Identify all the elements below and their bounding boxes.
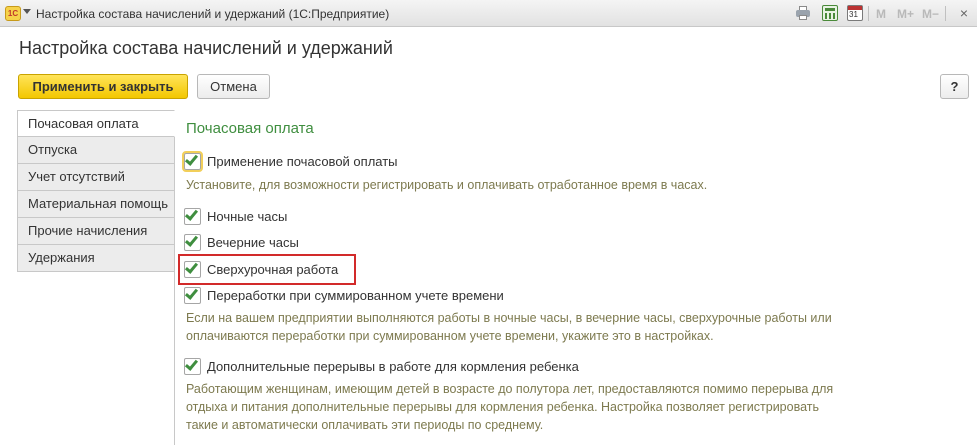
overtime-label[interactable]: Сверхурочная работа: [207, 262, 338, 277]
tab-hourly-pay[interactable]: Почасовая оплата: [17, 110, 175, 137]
memory-plus-button[interactable]: M+: [897, 7, 914, 21]
settings-tabs: Почасовая оплата Отпуска Учет отсутствий…: [17, 110, 175, 272]
checkmark-icon: [184, 152, 199, 166]
night-hours-label[interactable]: Ночные часы: [207, 209, 287, 224]
summarized-hint-line-1: Если на вашем предприятии выполняются ра…: [186, 311, 832, 325]
close-icon[interactable]: ×: [957, 6, 971, 20]
tab-material-aid[interactable]: Материальная помощь: [17, 191, 175, 218]
tab-deductions[interactable]: Удержания: [17, 245, 175, 272]
feeding-breaks-label[interactable]: Дополнительные перерывы в работе для кор…: [207, 359, 579, 374]
feeding-breaks-hint-line-3: такие и автоматически оплачивать эти пер…: [186, 418, 544, 432]
checkmark-icon: [184, 233, 199, 247]
app-logo-icon[interactable]: 1С: [5, 6, 21, 21]
checkmark-icon: [184, 357, 199, 371]
evening-hours-label[interactable]: Вечерние часы: [207, 235, 299, 250]
memory-m-button[interactable]: M: [876, 7, 886, 21]
checkmark-icon: [184, 207, 199, 221]
overtime-checkbox[interactable]: [184, 260, 201, 278]
window-titlebar: 1С Настройка состава начислений и удержа…: [0, 0, 977, 27]
print-icon[interactable]: [795, 5, 811, 21]
apply-and-close-button[interactable]: Применить и закрыть: [18, 74, 188, 99]
checkmark-icon: [184, 260, 199, 274]
summarized-accounting-label[interactable]: Переработки при суммированном учете врем…: [207, 288, 504, 303]
summarized-hint-line-2: оплачиваются переработки при суммированн…: [186, 329, 714, 343]
checkmark-icon: [184, 286, 199, 300]
night-hours-checkbox[interactable]: [184, 207, 201, 225]
app-menu-arrow-icon[interactable]: [23, 9, 31, 14]
summarized-accounting-checkbox[interactable]: [184, 286, 201, 304]
hourly-pay-hint: Установите, для возможности регистрирова…: [186, 178, 708, 192]
section-title: Почасовая оплата: [186, 120, 314, 137]
calculator-icon[interactable]: [822, 5, 838, 21]
cancel-button[interactable]: Отмена: [197, 74, 270, 99]
calendar-icon[interactable]: 31: [847, 5, 863, 21]
toolbar-separator: [868, 6, 869, 21]
tab-absence-tracking[interactable]: Учет отсутствий: [17, 164, 175, 191]
feeding-breaks-hint-line-2: отдыха и питания дополнительные перерывы…: [186, 400, 819, 414]
content-divider: [174, 137, 175, 445]
memory-minus-button[interactable]: M−: [922, 7, 939, 21]
tab-other-accruals[interactable]: Прочие начисления: [17, 218, 175, 245]
help-button[interactable]: ?: [940, 74, 969, 99]
hourly-pay-checkbox[interactable]: [182, 151, 203, 172]
window-title: Настройка состава начислений и удержаний…: [36, 7, 390, 21]
page-title: Настройка состава начислений и удержаний: [19, 38, 393, 58]
toolbar-separator: [945, 6, 946, 21]
feeding-breaks-checkbox[interactable]: [184, 357, 201, 375]
hourly-pay-label[interactable]: Применение почасовой оплаты: [207, 154, 398, 169]
feeding-breaks-hint-line-1: Работающим женщинам, имеющим детей в воз…: [186, 382, 834, 396]
evening-hours-checkbox[interactable]: [184, 233, 201, 251]
tab-vacations[interactable]: Отпуска: [17, 137, 175, 164]
